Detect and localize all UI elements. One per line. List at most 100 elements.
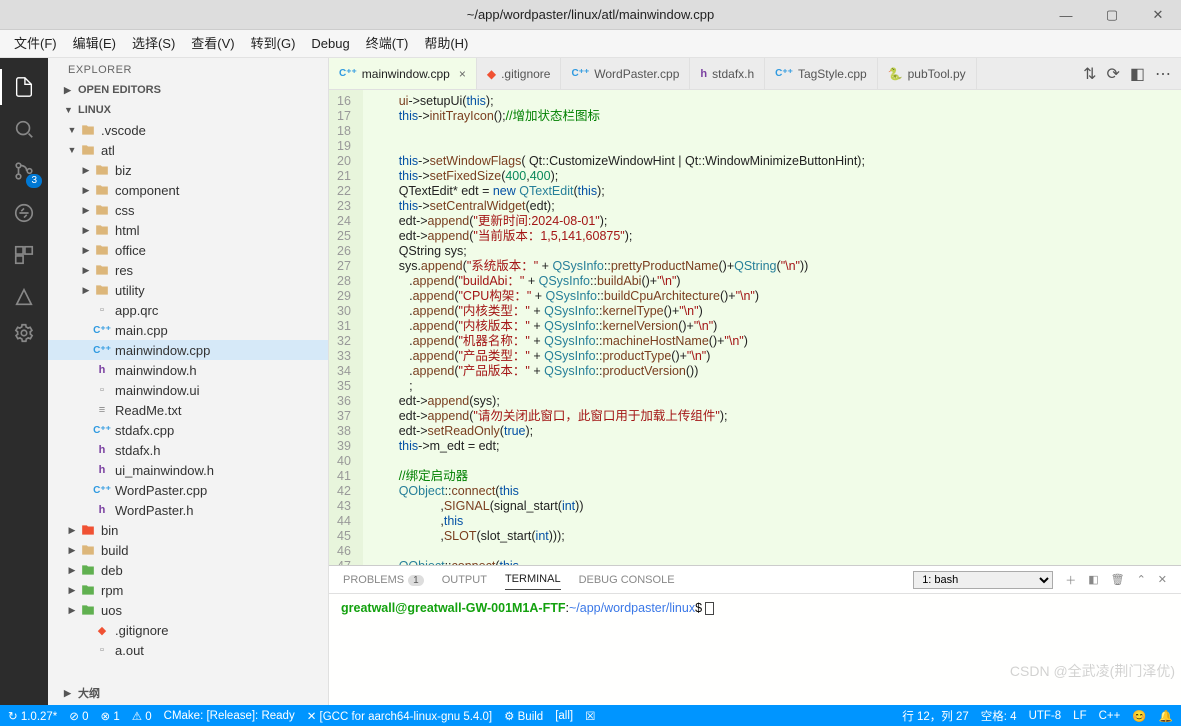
file-tree-item[interactable]: ≡ReadMe.txt — [48, 400, 328, 420]
file-tree-item[interactable]: ▶html — [48, 220, 328, 240]
file-tree-item[interactable]: ◆.gitignore — [48, 620, 328, 640]
panel-tab[interactable]: TERMINAL — [505, 569, 561, 590]
more-icon[interactable]: ⋯ — [1155, 64, 1171, 84]
status-item[interactable]: 🔔 — [1159, 709, 1173, 723]
terminal-selector[interactable]: 1: bash — [913, 571, 1053, 589]
tab-close-button[interactable]: × — [455, 67, 466, 81]
file-tree-item[interactable]: C⁺⁺stdafx.cpp — [48, 420, 328, 440]
file-tree-item[interactable]: ▶build — [48, 540, 328, 560]
panel-tab[interactable]: DEBUG CONSOLE — [579, 570, 675, 590]
file-tree-item[interactable]: ▼.vscode — [48, 120, 328, 140]
file-tree-item[interactable]: C⁺⁺WordPaster.cpp — [48, 480, 328, 500]
workspace-section[interactable]: ▼LINUX — [48, 100, 328, 120]
tab-label: stdafx.h — [712, 67, 754, 81]
status-item[interactable]: 行 12，列 27 — [902, 708, 968, 724]
sync-icon[interactable]: ⟳ — [1106, 64, 1119, 84]
code-content[interactable]: ui->setupUi(this); this->initTrayIcon();… — [363, 90, 873, 565]
status-item[interactable]: ⚙ Build — [504, 709, 543, 723]
status-item[interactable]: ☒ — [585, 709, 595, 723]
panel-tab[interactable]: PROBLEMS1 — [343, 570, 424, 590]
maximize-button[interactable]: ▢ — [1089, 0, 1135, 30]
file-label: .vscode — [101, 123, 322, 138]
file-tree-item[interactable]: C⁺⁺main.cpp — [48, 320, 328, 340]
close-panel-button[interactable]: ✕ — [1158, 573, 1167, 586]
menu-item[interactable]: 终端(T) — [358, 30, 417, 58]
status-item[interactable]: ⊗ 1 — [101, 709, 120, 723]
editor-tab[interactable]: C⁺⁺WordPaster.cpp — [561, 58, 690, 89]
file-tree-item[interactable]: ▶bin — [48, 520, 328, 540]
file-icon: ▫ — [94, 642, 110, 658]
cpp-icon: C⁺⁺ — [775, 68, 793, 79]
file-tree-item[interactable]: ▶component — [48, 180, 328, 200]
menu-item[interactable]: 帮助(H) — [416, 30, 476, 58]
file-tree-item[interactable]: hstdafx.h — [48, 440, 328, 460]
editor-tab[interactable]: ◆.gitignore — [477, 58, 562, 89]
maximize-panel-button[interactable]: ⌃ — [1137, 573, 1146, 586]
debug-activity[interactable] — [0, 192, 48, 234]
file-tree: ▼.vscode▼atl▶biz▶component▶css▶html▶offi… — [48, 120, 328, 681]
extensions-activity[interactable] — [0, 234, 48, 276]
file-label: mainwindow.h — [115, 363, 322, 378]
status-item[interactable]: CMake: [Release]: Ready — [164, 710, 295, 722]
status-item[interactable]: 😊 — [1132, 709, 1146, 723]
file-tree-item[interactable]: hWordPaster.h — [48, 500, 328, 520]
file-tree-item[interactable]: C⁺⁺mainwindow.cpp — [48, 340, 328, 360]
settings-activity[interactable] — [0, 312, 48, 354]
file-tree-item[interactable]: h mainwindow.h — [48, 360, 328, 380]
menu-item[interactable]: Debug — [303, 30, 357, 58]
status-item[interactable]: ⚠ 0 — [132, 709, 152, 723]
file-tree-item[interactable]: ▶deb — [48, 560, 328, 580]
file-tree-item[interactable]: ▶biz — [48, 160, 328, 180]
status-item[interactable]: ⊘ 0 — [69, 709, 88, 723]
file-tree-item[interactable]: ▫app.qrc — [48, 300, 328, 320]
scm-activity[interactable]: 3 — [0, 150, 48, 192]
terminal-body[interactable]: greatwall@greatwall-GW-001M1A-FTF:~/app/… — [329, 594, 1181, 705]
window-title: ~/app/wordpaster/linux/atl/mainwindow.cp… — [467, 7, 715, 22]
header-icon: h — [94, 362, 110, 378]
file-label: stdafx.cpp — [115, 423, 322, 438]
compare-icon[interactable]: ⇅ — [1083, 64, 1096, 84]
status-item[interactable]: ✕ [GCC for aarch64-linux-gnu 5.4.0] — [307, 709, 492, 723]
file-tree-item[interactable]: ▶rpm — [48, 580, 328, 600]
code-area[interactable]: 1617181920212223242526272829303132333435… — [329, 90, 1181, 565]
kill-terminal-button[interactable]: 🗑 — [1111, 573, 1125, 586]
close-button[interactable]: ✕ — [1135, 0, 1181, 30]
file-tree-item[interactable]: hui_mainwindow.h — [48, 460, 328, 480]
editor-tab[interactable]: hstdafx.h — [690, 58, 765, 89]
panel-tab[interactable]: OUTPUT — [442, 570, 487, 590]
minimize-button[interactable]: — — [1043, 0, 1089, 30]
status-item[interactable]: LF — [1073, 710, 1086, 722]
menu-item[interactable]: 文件(F) — [6, 30, 65, 58]
status-item[interactable]: ↻ 1.0.27* — [8, 709, 57, 723]
outline-section[interactable]: ▶大纲 — [48, 681, 328, 705]
explorer-activity[interactable] — [0, 66, 48, 108]
status-item[interactable]: 空格: 4 — [981, 708, 1017, 724]
header-icon: h — [94, 502, 110, 518]
file-tree-item[interactable]: ▶utility — [48, 280, 328, 300]
menu-item[interactable]: 转到(G) — [243, 30, 304, 58]
menu-item[interactable]: 编辑(E) — [65, 30, 124, 58]
menu-item[interactable]: 选择(S) — [124, 30, 183, 58]
status-item[interactable]: C++ — [1099, 710, 1121, 722]
status-item[interactable]: [all] — [555, 710, 573, 722]
file-tree-item[interactable]: ▶uos — [48, 600, 328, 620]
editor-tab[interactable]: C⁺⁺TagStyle.cpp — [765, 58, 878, 89]
editor-tab[interactable]: 🐍pubTool.py — [878, 58, 977, 89]
file-tree-item[interactable]: ▼atl — [48, 140, 328, 160]
folder-icon — [80, 602, 96, 618]
tab-bar: C⁺⁺mainwindow.cpp×◆.gitignoreC⁺⁺WordPast… — [329, 58, 1181, 90]
search-activity[interactable] — [0, 108, 48, 150]
split-icon[interactable]: ◧ — [1130, 64, 1145, 84]
file-tree-item[interactable]: ▶css — [48, 200, 328, 220]
status-item[interactable]: UTF-8 — [1029, 710, 1062, 722]
file-tree-item[interactable]: ▫mainwindow.ui — [48, 380, 328, 400]
open-editors-section[interactable]: ▶OPEN EDITORS — [48, 80, 328, 100]
file-tree-item[interactable]: ▶res — [48, 260, 328, 280]
menu-item[interactable]: 查看(V) — [183, 30, 242, 58]
editor-tab[interactable]: C⁺⁺mainwindow.cpp× — [329, 58, 477, 89]
file-tree-item[interactable]: ▶office — [48, 240, 328, 260]
split-terminal-button[interactable]: ◧ — [1088, 573, 1098, 586]
file-tree-item[interactable]: ▫a.out — [48, 640, 328, 660]
add-terminal-button[interactable]: ＋ — [1065, 572, 1076, 588]
cpp-icon: C⁺⁺ — [94, 342, 110, 358]
